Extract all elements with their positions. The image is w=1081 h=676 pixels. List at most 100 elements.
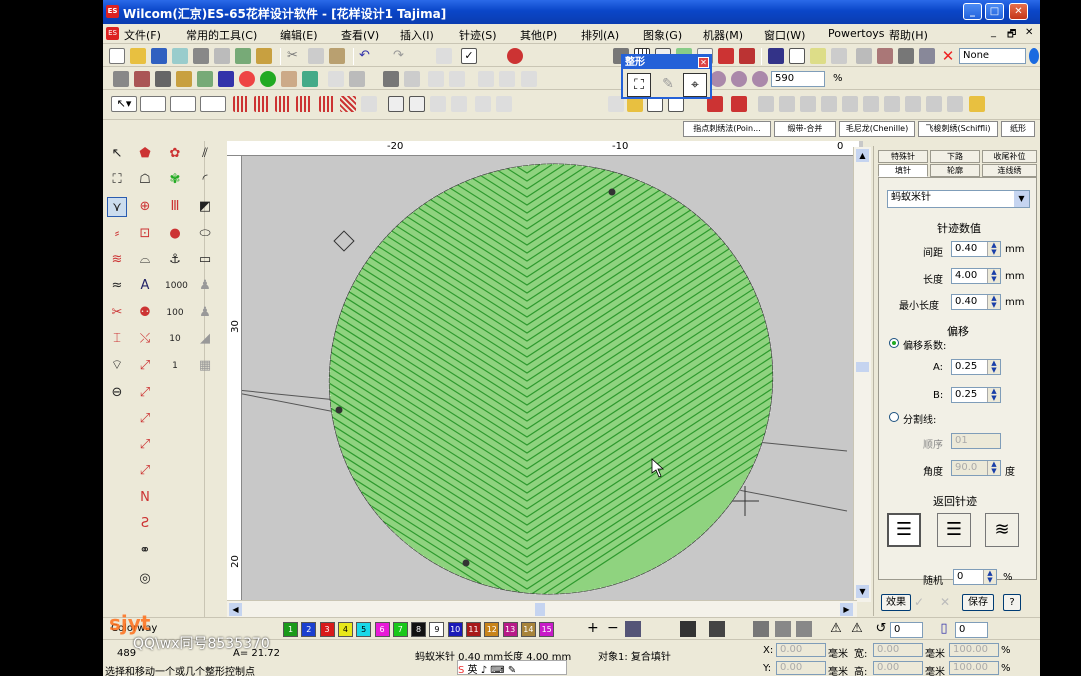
help-button[interactable]: ? — [1003, 594, 1021, 611]
save-all-icon[interactable] — [172, 48, 188, 64]
menu-view[interactable]: 查看(V) — [341, 27, 379, 43]
tool-icon[interactable] — [436, 48, 452, 64]
color-swatch[interactable]: 4 — [337, 622, 353, 637]
scissors-icon[interactable]: ✂ — [107, 303, 127, 323]
horizontal-scrollbar[interactable]: ◀ ▶ — [227, 600, 857, 617]
ellipse-icon[interactable]: ⬭ — [195, 224, 215, 244]
color-swatch[interactable]: 14 — [520, 622, 536, 637]
tool-h-icon[interactable] — [905, 96, 921, 112]
tab-underlay[interactable]: 下路 — [930, 150, 980, 163]
mdi-restore-icon[interactable]: 🗗 — [1007, 27, 1016, 44]
effect3-icon[interactable] — [475, 96, 491, 112]
import-icon[interactable] — [256, 48, 272, 64]
menu-image[interactable]: 图象(G) — [643, 27, 682, 43]
hoop-tool-icon[interactable]: ⊖ — [107, 383, 127, 403]
y-input[interactable]: 0.00 — [776, 661, 826, 675]
counter-100-icon[interactable]: 100 — [165, 303, 185, 323]
fill-icon[interactable] — [239, 71, 255, 87]
copy-icon[interactable] — [308, 48, 324, 64]
shape-icon[interactable] — [302, 71, 318, 87]
lettering2-icon[interactable] — [731, 96, 747, 112]
effect-button[interactable]: 效果 — [881, 594, 911, 611]
weave-icon[interactable]: ≋ — [107, 250, 127, 270]
min-length-spinner[interactable]: ▲ ▼ — [987, 295, 1000, 309]
select-icon[interactable]: ↖ — [107, 144, 127, 164]
menu-machine[interactable]: 机器(M) — [703, 27, 743, 43]
color-swatch[interactable]: 11 — [466, 622, 481, 637]
tool-g-icon[interactable] — [884, 96, 900, 112]
reshape-tool-icon[interactable]: ⋎ — [107, 197, 127, 217]
zoom-input[interactable]: 590 — [771, 71, 825, 87]
apply-check-icon[interactable]: ✓ — [914, 595, 924, 609]
a-spinner[interactable]: ▲ ▼ — [987, 360, 1000, 374]
green-circle-icon[interactable] — [260, 71, 276, 87]
color-film-icon[interactable] — [739, 48, 755, 64]
tab-paper[interactable]: 纸形 — [1001, 121, 1035, 137]
satin3-icon[interactable] — [275, 96, 291, 112]
color-swatch[interactable]: 7 — [392, 622, 408, 637]
connector-icon[interactable] — [176, 71, 192, 87]
tool-b-icon[interactable] — [779, 96, 795, 112]
texture-tool-icon[interactable]: ▦ — [195, 356, 215, 376]
scroll-up-icon[interactable]: ▲ — [856, 149, 869, 162]
scroll-left-icon[interactable]: ◀ — [229, 603, 242, 616]
none-select[interactable]: None — [959, 48, 1026, 64]
random-spinner[interactable]: ▲ ▼ — [983, 570, 996, 584]
height-input[interactable]: 0.00 — [873, 661, 923, 675]
needle-tool-icon[interactable]: ⸗ — [107, 224, 127, 244]
outline-icon[interactable] — [218, 71, 234, 87]
tool-k-icon[interactable] — [969, 96, 985, 112]
scroll-right-icon[interactable]: ▶ — [840, 603, 853, 616]
new-file-icon[interactable] — [109, 48, 125, 64]
reshape-close-icon[interactable]: ✕ — [698, 57, 709, 68]
people2-icon[interactable]: ♟ — [195, 303, 215, 323]
tab-schiffli[interactable]: 飞梭刺绣(Schiffli) — [918, 121, 998, 137]
b-spinner[interactable]: ▲ ▼ — [987, 388, 1000, 402]
slant-input[interactable]: 0 — [955, 622, 988, 638]
mdi-close-icon[interactable]: ✕ — [1025, 27, 1033, 38]
motif-icon[interactable] — [388, 96, 404, 112]
run3-icon[interactable]: ⤢ — [135, 409, 155, 429]
order-input[interactable]: 01 — [951, 433, 1001, 449]
book-icon[interactable] — [753, 621, 769, 637]
lock-icon[interactable] — [383, 71, 399, 87]
satin4-icon[interactable] — [296, 96, 312, 112]
checkbox-icon[interactable]: ✓ — [461, 48, 477, 64]
needle-view-icon[interactable] — [134, 71, 150, 87]
close-button[interactable]: ✕ — [1009, 3, 1028, 20]
color-swatch[interactable]: 9 — [429, 622, 445, 637]
reshape-icon[interactable]: ⬟ — [135, 144, 155, 164]
tool-a-icon[interactable] — [758, 96, 774, 112]
stitch-type-dropdown-icon[interactable]: ▼ — [1014, 191, 1029, 207]
color-tool-icon[interactable] — [625, 621, 641, 637]
rotate-input[interactable]: 0 — [890, 622, 923, 638]
color-swatch[interactable]: 2 — [301, 622, 317, 637]
scroll-thumb[interactable] — [856, 362, 869, 372]
design-icon[interactable] — [768, 48, 784, 64]
tool-d-icon[interactable] — [821, 96, 837, 112]
menu-insert[interactable]: 插入(I) — [400, 27, 434, 43]
lettering-tool-icon[interactable]: A — [135, 276, 155, 296]
select-arrow-icon[interactable]: ↖▾ — [111, 96, 137, 112]
counter-10-icon[interactable]: 10 — [165, 329, 185, 349]
width-pct-input[interactable]: 100.00 — [949, 643, 999, 657]
rotate-icon[interactable]: ↺ — [873, 621, 889, 637]
motif2-icon[interactable] — [409, 96, 425, 112]
distribute-icon[interactable] — [449, 71, 465, 87]
split-line-radio[interactable] — [889, 412, 899, 422]
pin-icon[interactable] — [404, 71, 420, 87]
align-icon[interactable] — [428, 71, 444, 87]
height-pct-input[interactable]: 100.00 — [949, 661, 999, 675]
tool-j-icon[interactable] — [947, 96, 963, 112]
counter-1000-icon[interactable]: 1000 — [165, 276, 188, 296]
color-swatch[interactable]: 13 — [502, 622, 518, 637]
color-swatch[interactable]: 10 — [447, 622, 463, 637]
stair-icon[interactable] — [898, 48, 914, 64]
save-button[interactable]: 保存 — [962, 594, 994, 611]
list-icon[interactable] — [789, 48, 805, 64]
menu-other[interactable]: 其他(P) — [520, 27, 557, 43]
arc-icon[interactable]: ◜ — [195, 170, 215, 190]
branch-icon[interactable] — [877, 48, 893, 64]
bottle-icon[interactable]: ● — [165, 224, 185, 244]
fan-icon[interactable]: ⌔ — [107, 356, 127, 376]
